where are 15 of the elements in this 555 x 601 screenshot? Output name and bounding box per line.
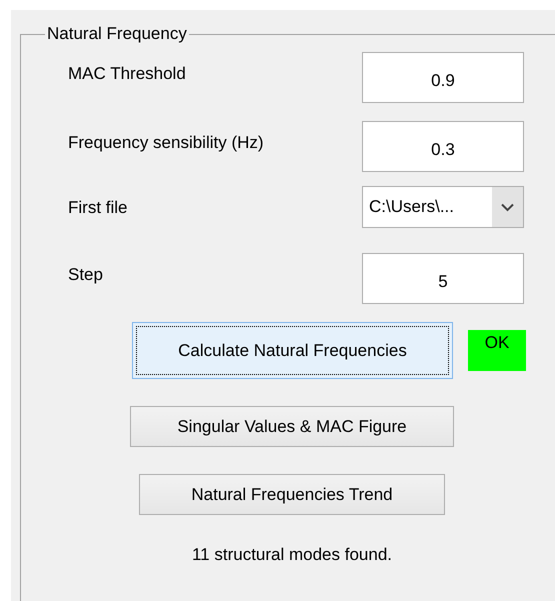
field-label: First file [68,197,128,218]
group-title: Natural Frequency [46,24,188,44]
status-indicator: OK [468,330,526,371]
input-field[interactable]: 0.9 [362,52,524,103]
action-button[interactable]: Singular Values & MAC Figure [130,406,454,447]
action-button[interactable]: Calculate Natural Frequencies [132,322,453,379]
file-dropdown[interactable]: C:\Users\... [362,186,524,228]
input-field[interactable]: 5 [362,253,524,304]
field-label: Frequency sensibility (Hz) [68,132,265,153]
chevron-down-icon [501,202,514,212]
input-field[interactable]: 0.3 [362,121,524,172]
action-button[interactable]: Natural Frequencies Trend [139,474,445,515]
status-message: 11 structural modes found. [192,545,392,565]
field-label: MAC Threshold [68,63,187,84]
field-label: Step [68,264,104,285]
